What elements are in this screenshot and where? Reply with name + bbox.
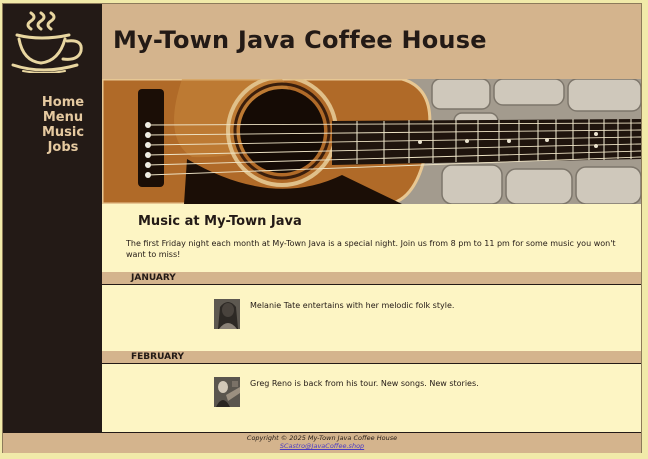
performer-photo-melanie-tate xyxy=(214,299,240,329)
page-wrapper: Home Menu Music Jobs My-Town Java Coffee… xyxy=(2,3,642,453)
hero-guitar-image xyxy=(102,79,641,204)
month-name: JANUARY xyxy=(131,273,176,283)
contact-email-link[interactable]: SCastro@JavaCoffee.shop xyxy=(3,442,641,450)
site-header: My-Town Java Coffee House xyxy=(102,4,641,79)
page-heading: Music at My-Town Java xyxy=(138,214,302,229)
site-title: My-Town Java Coffee House xyxy=(113,26,487,54)
month-heading-january: JANUARY xyxy=(102,272,641,285)
sidebar: Home Menu Music Jobs xyxy=(3,4,102,432)
copyright-text: Copyright © 2025 My-Town Java Coffee Hou… xyxy=(246,434,398,442)
coffee-cup-logo-icon xyxy=(11,11,83,73)
intro-paragraph: The first Friday night each month at My-… xyxy=(126,239,616,259)
month-name: FEBRUARY xyxy=(131,352,185,362)
site-footer: Copyright © 2025 My-Town Java Coffee Hou… xyxy=(3,432,641,453)
month-heading-february: FEBRUARY xyxy=(102,351,641,364)
event-description-january: Melanie Tate entertains with her melodic… xyxy=(250,301,455,310)
performer-photo-greg-reno xyxy=(214,377,240,407)
event-description-february: Greg Reno is back from his tour. New son… xyxy=(250,379,479,388)
